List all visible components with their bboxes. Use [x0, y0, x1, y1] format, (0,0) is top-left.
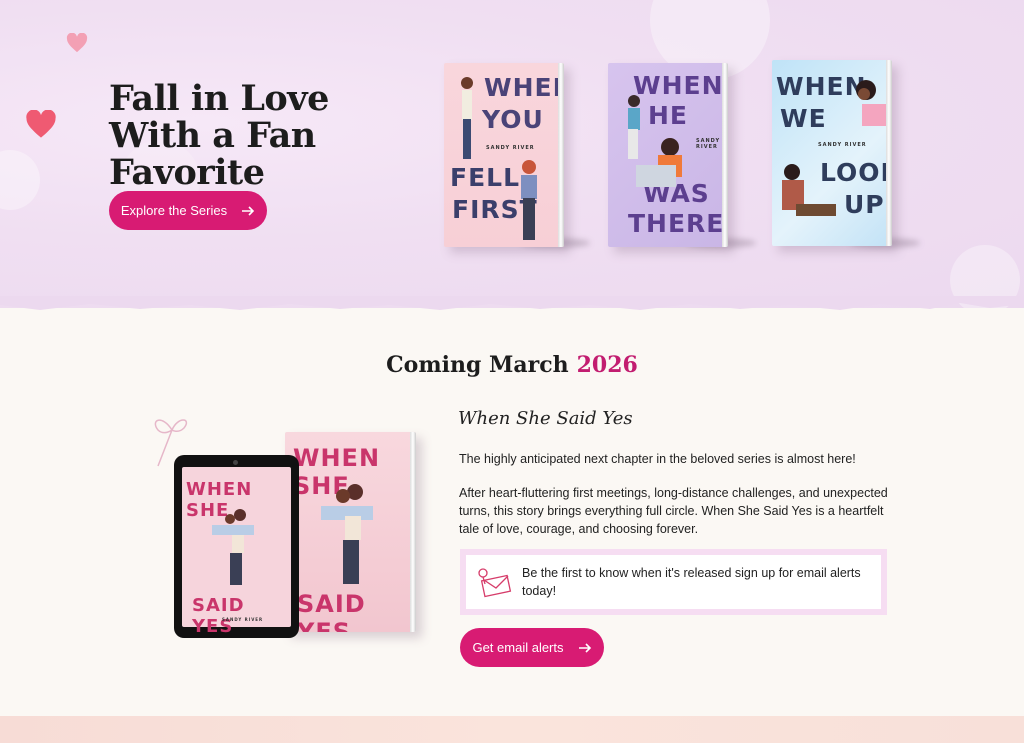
woman-illustration: [461, 77, 473, 159]
woman-laptop-illustration: [636, 138, 682, 187]
arrow-right-icon: [242, 205, 255, 216]
book-cover-when-we-look-up[interactable]: WHEN WE LOOK UP SANDY RIVER: [772, 60, 892, 246]
intro-paragraph: The highly anticipated next chapter in t…: [459, 452, 856, 466]
book-title-line: HE: [648, 101, 689, 130]
email-alert-text: Be the first to know when it's released …: [522, 566, 861, 598]
book-cover-when-she-said-yes[interactable]: WHEN SHE SAID YES: [285, 432, 416, 632]
book-cover-when-you-fell-first[interactable]: WHEN YOU FELL FIRST SANDY RIVER: [444, 63, 564, 247]
book-title-line: WHEN: [484, 73, 564, 102]
book-title-line: THERE: [628, 209, 725, 238]
get-email-alerts-button[interactable]: Get email alerts: [460, 628, 604, 667]
arrow-right-icon: [578, 642, 591, 653]
man-sitting-illustration: [782, 164, 836, 216]
book-author: SANDY RIVER: [818, 142, 867, 148]
description-paragraph: After heart-fluttering first meetings, l…: [459, 486, 888, 536]
tablet-screen: WHEN SHE SAID YES SANDY RIVER: [182, 467, 291, 637]
couple-illustration: [321, 484, 373, 584]
book-cover-when-he-was-there[interactable]: WHEN HE WAS THERE SANDY RIVER: [608, 63, 728, 247]
man-illustration: [521, 160, 537, 240]
torn-edge-divider: [0, 296, 1024, 310]
explore-series-label: Explore the Series: [120, 203, 228, 218]
bokeh-decoration: [0, 150, 40, 210]
book-title-line: UP: [844, 190, 885, 219]
coming-heading-text: Coming March: [386, 352, 569, 378]
woman-leaning-illustration: [856, 80, 886, 126]
book-author: SANDY RIVER: [222, 617, 264, 622]
book-title-line: FELL: [450, 163, 521, 192]
coming-year: 2026: [576, 352, 638, 378]
envelope-rose-icon: [466, 562, 522, 602]
book-title-line: SAID YES: [297, 590, 366, 632]
heart-icon: [26, 110, 56, 138]
explore-series-button[interactable]: Explore the Series: [109, 191, 267, 230]
upcoming-book-title: When She Said Yes: [458, 408, 633, 429]
hero-section: Fall in Love With a Fan Favorite Explore…: [0, 0, 1024, 308]
email-alert-notice: Be the first to know when it's released …: [460, 549, 887, 615]
heart-icon: [66, 33, 88, 53]
book-author: SANDY RIVER: [486, 145, 535, 151]
book-title-line: SAID YES: [192, 595, 245, 637]
footer-band: [0, 716, 1024, 743]
book-title-line: YOU: [482, 105, 544, 134]
tablet-camera: [233, 460, 238, 465]
couple-illustration: [212, 509, 254, 585]
book-title-line: WE: [780, 104, 827, 133]
get-email-alerts-label: Get email alerts: [472, 640, 564, 655]
coming-heading: Coming March 2026: [0, 352, 1024, 378]
ebook-tablet[interactable]: WHEN SHE SAID YES SANDY RIVER: [174, 455, 299, 638]
hero-title: Fall in Love With a Fan Favorite: [109, 78, 329, 193]
